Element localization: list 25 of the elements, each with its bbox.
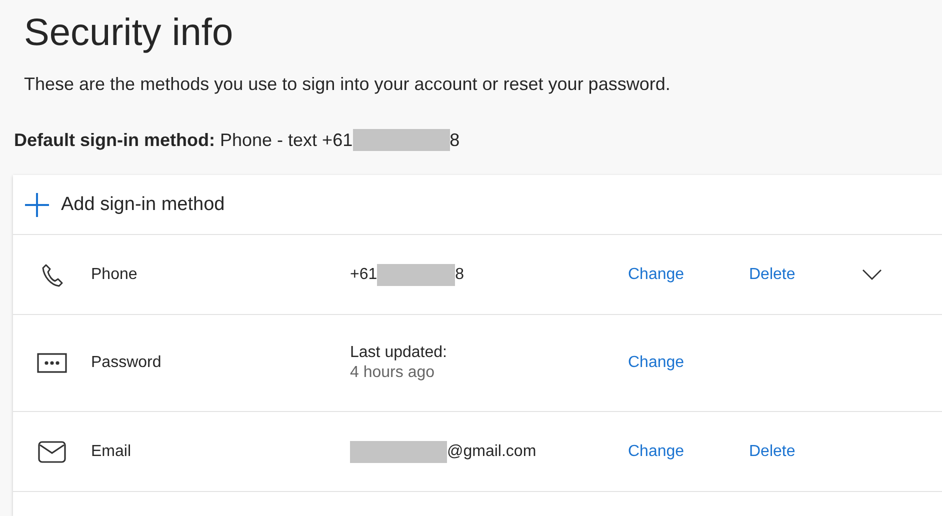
method-name: Phone <box>91 266 138 284</box>
method-name: Email <box>91 442 132 460</box>
value-text: Last updated: <box>350 344 447 362</box>
plus-icon <box>25 192 49 216</box>
chevron-down-icon <box>862 269 882 280</box>
expand-button[interactable] <box>862 269 882 280</box>
value-text: @gmail.com <box>447 442 536 460</box>
change-link[interactable]: Change <box>628 354 684 372</box>
default-method-label: Default sign-in method: <box>14 130 215 150</box>
value-text: +61 <box>350 266 378 284</box>
page-title: Security info <box>24 11 234 56</box>
page-description: These are the methods you use to sign into your account or reset your password. <box>24 74 672 95</box>
mail-icon <box>38 440 66 462</box>
value-text: 8 <box>450 130 460 150</box>
value-text: Phone - text +61 <box>220 130 353 150</box>
delete-link[interactable]: Delete <box>749 266 796 284</box>
change-link[interactable]: Change <box>628 442 684 460</box>
add-method-button[interactable]: Add sign-in method <box>13 175 942 235</box>
method-name: Password <box>91 354 162 372</box>
phone-icon <box>41 262 63 286</box>
password-icon <box>37 353 67 373</box>
delete-link[interactable]: Delete <box>749 442 796 460</box>
value-text: 8 <box>455 266 464 284</box>
updated-time: 4 hours ago <box>350 364 436 382</box>
change-link[interactable]: Change <box>628 266 684 284</box>
